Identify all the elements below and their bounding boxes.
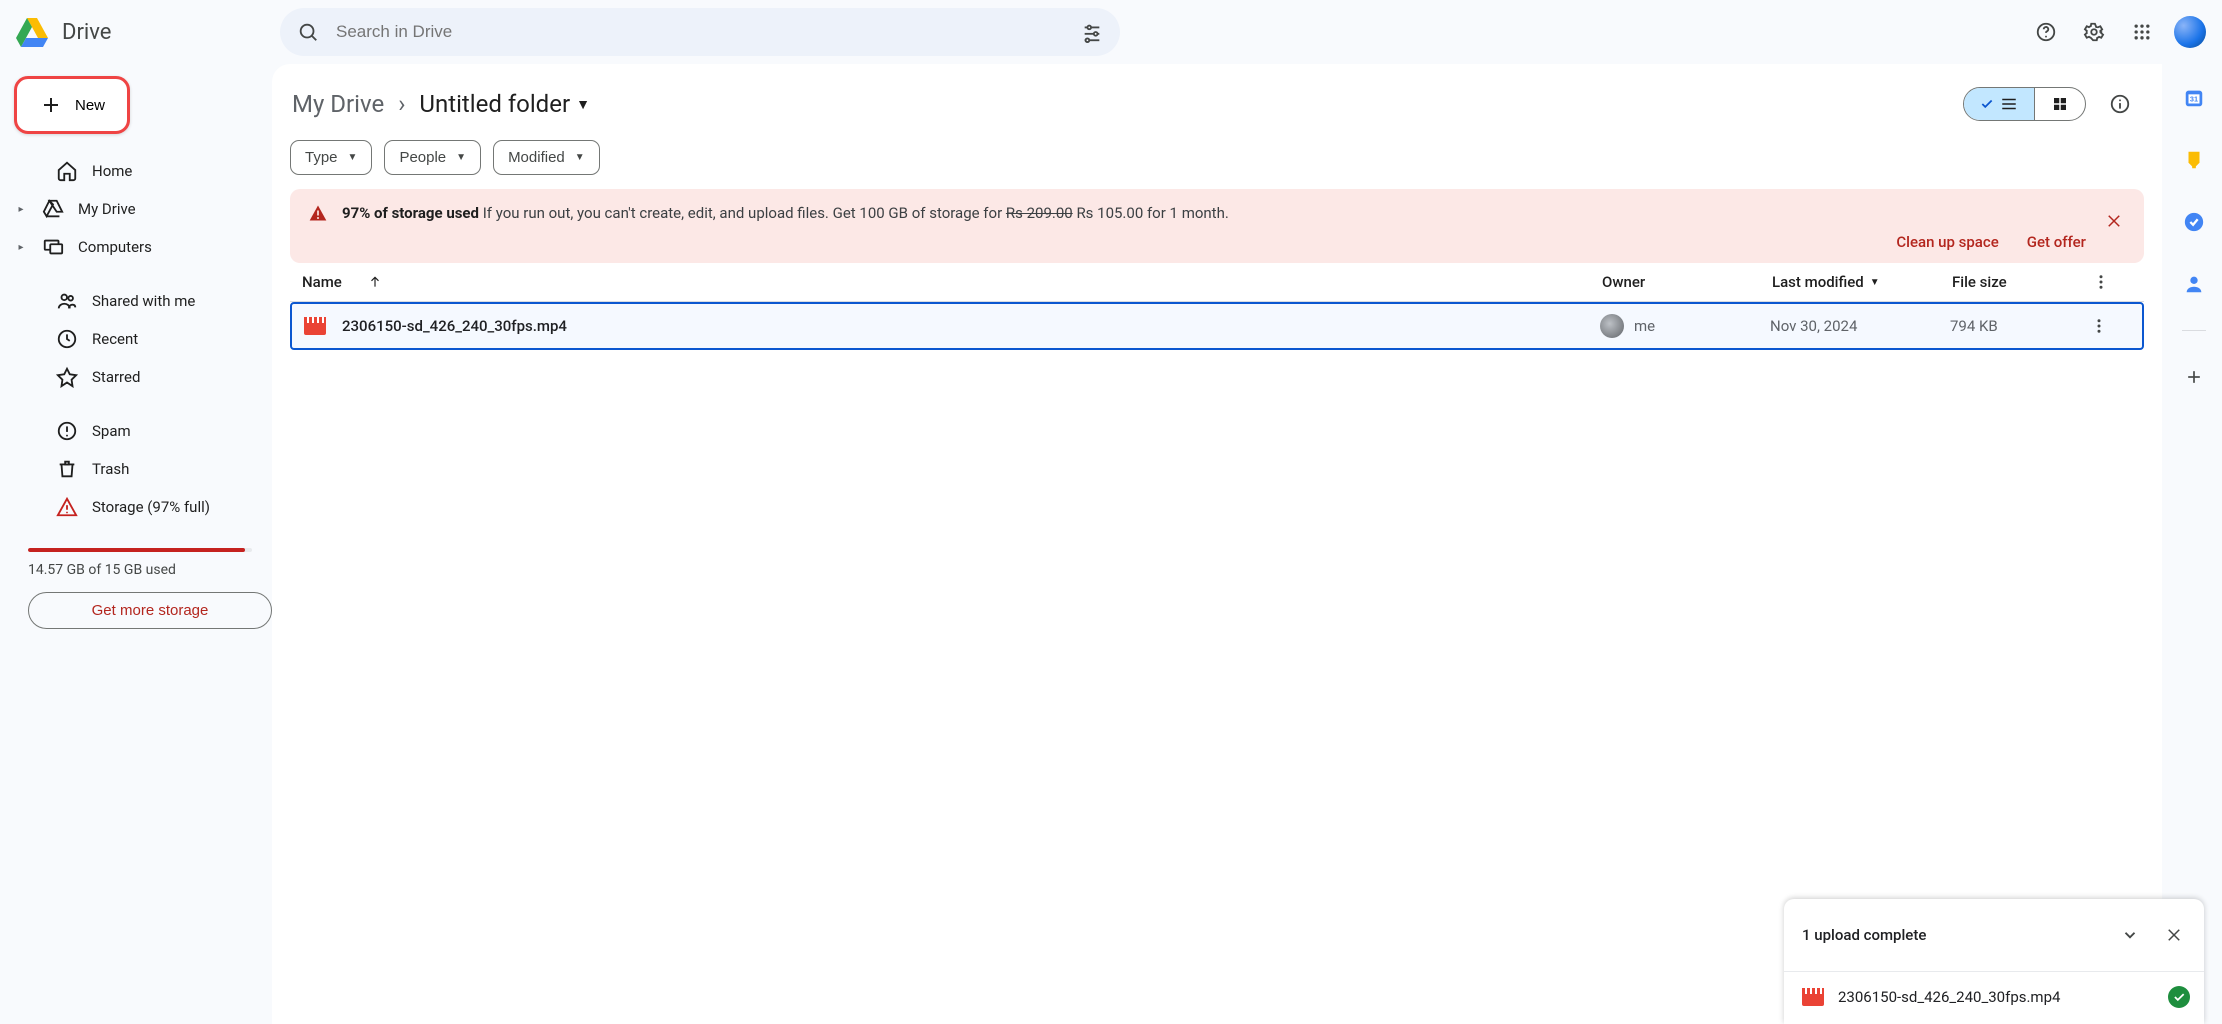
- col-name[interactable]: Name: [302, 273, 342, 291]
- filter-modified[interactable]: Modified▼: [493, 140, 600, 175]
- chevron-down-icon: ▼: [576, 96, 590, 113]
- expand-icon[interactable]: ▸: [14, 204, 28, 215]
- file-owner: me: [1634, 317, 1655, 335]
- drive-folder-icon: [42, 198, 64, 220]
- main-panel: My Drive › Untitled folder ▼: [272, 64, 2162, 1024]
- search-icon[interactable]: [286, 10, 330, 54]
- search-options-icon[interactable]: [1070, 10, 1114, 54]
- filter-chips: Type▼ People▼ Modified▼: [290, 140, 2144, 189]
- toast-close-icon[interactable]: [2152, 913, 2196, 957]
- list-view-button[interactable]: [1964, 88, 2034, 120]
- drive-logo-icon: [12, 12, 52, 52]
- view-toggle: [1963, 87, 2086, 121]
- owner-avatar: [1600, 314, 1624, 338]
- contacts-icon[interactable]: [2172, 262, 2216, 306]
- add-panel-icon[interactable]: [2172, 355, 2216, 399]
- sidebar-item-recent[interactable]: Recent: [10, 320, 272, 358]
- col-owner[interactable]: Owner: [1602, 273, 1772, 291]
- sidebar-item-computers[interactable]: ▸ Computers: [10, 228, 272, 266]
- new-button[interactable]: New: [14, 76, 130, 134]
- computers-icon: [42, 236, 64, 258]
- col-size[interactable]: File size: [1952, 273, 2092, 291]
- chevron-down-icon: ▼: [1870, 277, 1880, 288]
- storage-banner: 97% of storage used If you run out, you …: [290, 189, 2144, 263]
- apps-grid-icon[interactable]: [2120, 10, 2164, 54]
- video-file-icon: [1802, 988, 1824, 1006]
- keep-icon[interactable]: [2172, 138, 2216, 182]
- sidebar-item-mydrive[interactable]: ▸ My Drive: [10, 190, 272, 228]
- calendar-icon[interactable]: 31: [2172, 76, 2216, 120]
- toast-file-row[interactable]: 2306150-sd_426_240_30fps.mp4: [1784, 971, 2204, 1024]
- storage-usage-text: 14.57 GB of 15 GB used: [10, 562, 272, 578]
- offer-link[interactable]: Get offer: [2027, 233, 2086, 251]
- app-header: Drive: [0, 0, 2222, 64]
- close-icon[interactable]: [2092, 199, 2136, 243]
- toast-file-name: 2306150-sd_426_240_30fps.mp4: [1838, 988, 2060, 1006]
- sort-arrow-up-icon[interactable]: [368, 275, 382, 289]
- get-storage-button[interactable]: Get more storage: [28, 592, 272, 629]
- new-button-label: New: [75, 97, 105, 114]
- info-icon[interactable]: [2098, 82, 2142, 126]
- header-actions: [2024, 10, 2214, 54]
- file-modified: Nov 30, 2024: [1770, 317, 1950, 335]
- breadcrumb-current[interactable]: Untitled folder ▼: [419, 90, 590, 118]
- sidebar-item-spam[interactable]: Spam: [10, 412, 272, 450]
- sidebar-item-shared[interactable]: Shared with me: [10, 282, 272, 320]
- filter-type[interactable]: Type▼: [290, 140, 372, 175]
- cleanup-link[interactable]: Clean up space: [1896, 233, 1998, 251]
- breadcrumbs: My Drive › Untitled folder ▼: [292, 90, 590, 118]
- sidebar-item-trash[interactable]: Trash: [10, 450, 272, 488]
- chevron-down-icon: ▼: [456, 152, 466, 163]
- toast-title: 1 upload complete: [1802, 926, 1926, 944]
- star-icon: [56, 366, 78, 388]
- breadcrumb-parent[interactable]: My Drive: [292, 90, 384, 118]
- banner-body: If you run out, you can't create, edit, …: [483, 204, 1002, 222]
- filter-people[interactable]: People▼: [384, 140, 481, 175]
- spam-icon: [56, 420, 78, 442]
- sidebar: New Home ▸ My Drive ▸: [0, 64, 272, 1024]
- home-icon: [56, 160, 78, 182]
- banner-price-strike: Rs 209.00: [1006, 204, 1073, 222]
- grid-view-button[interactable]: [2034, 88, 2085, 120]
- storage-bar: [28, 548, 252, 552]
- toast-collapse-icon[interactable]: [2108, 913, 2152, 957]
- row-more-icon[interactable]: [2090, 317, 2130, 335]
- chevron-down-icon: ▼: [575, 152, 585, 163]
- search-input[interactable]: [330, 22, 1070, 42]
- sidebar-item-home[interactable]: Home: [10, 152, 272, 190]
- help-icon[interactable]: [2024, 10, 2068, 54]
- more-icon[interactable]: [2092, 273, 2132, 291]
- chevron-down-icon: ▼: [348, 152, 358, 163]
- clock-icon: [56, 328, 78, 350]
- gear-icon[interactable]: [2072, 10, 2116, 54]
- search-bar[interactable]: [280, 8, 1120, 56]
- side-panel: 31: [2166, 70, 2222, 399]
- upload-toast: 1 upload complete 2306150-sd_426_240_30f…: [1784, 899, 2204, 1024]
- svg-text:31: 31: [2190, 95, 2198, 104]
- warning-icon: [308, 203, 328, 223]
- col-modified[interactable]: Last modified: [1772, 273, 1864, 291]
- banner-title: 97% of storage used: [342, 204, 479, 222]
- chevron-right-icon: ›: [398, 90, 405, 118]
- file-row[interactable]: 2306150-sd_426_240_30fps.mp4 me Nov 30, …: [290, 302, 2144, 350]
- file-name: 2306150-sd_426_240_30fps.mp4: [342, 317, 567, 335]
- tasks-icon[interactable]: [2172, 200, 2216, 244]
- trash-icon: [56, 458, 78, 480]
- file-size: 794 KB: [1950, 317, 2090, 335]
- people-icon: [56, 290, 78, 312]
- warning-icon: [56, 496, 78, 518]
- sidebar-item-starred[interactable]: Starred: [10, 358, 272, 396]
- expand-icon[interactable]: ▸: [14, 242, 28, 253]
- banner-price-now: Rs 105.00 for 1 month.: [1076, 204, 1228, 222]
- logo-block: Drive: [12, 12, 272, 52]
- sidebar-item-storage[interactable]: Storage (97% full): [10, 488, 272, 526]
- video-file-icon: [304, 317, 326, 335]
- success-icon: [2168, 986, 2190, 1008]
- rail-divider: [2182, 330, 2206, 331]
- app-name: Drive: [62, 20, 111, 45]
- account-avatar[interactable]: [2174, 16, 2206, 48]
- table-header: Name Owner Last modified ▼ File size: [290, 263, 2144, 302]
